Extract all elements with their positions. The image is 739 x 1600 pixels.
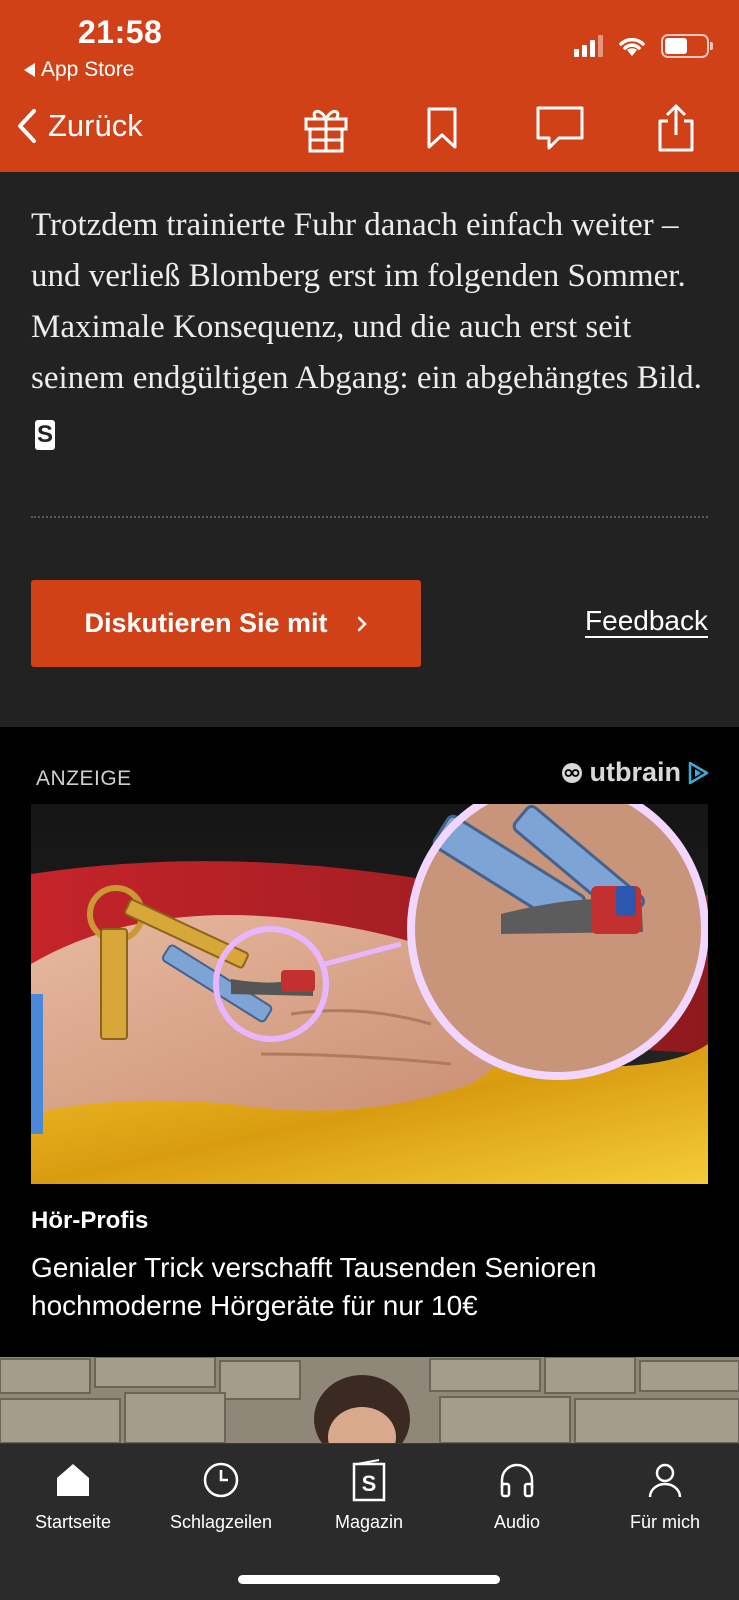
tab-label: Schlagzeilen	[169, 1512, 273, 1532]
gift-icon	[304, 110, 348, 153]
back-triangle-icon	[24, 63, 35, 77]
app-header: 21:58 App Store Zurück	[0, 0, 739, 172]
outbrain-glyph-icon	[561, 762, 582, 783]
article-text: Trotzdem trainierte Fuhr danach einfach …	[31, 207, 702, 396]
outbrain-wordmark: utbrain	[589, 757, 682, 787]
stone-wall-portrait-photo	[0, 1357, 739, 1443]
chevron-right-icon	[357, 616, 367, 631]
back-to-app-store[interactable]: App Store	[24, 58, 134, 82]
comments-button[interactable]	[534, 102, 586, 154]
gift-button[interactable]	[300, 102, 352, 154]
back-label: Zurück	[48, 108, 143, 143]
tab-magazin[interactable]: S Magazin	[299, 1458, 439, 1533]
next-article-photo[interactable]	[0, 1357, 739, 1443]
dotted-divider	[31, 516, 708, 518]
comment-icon	[536, 106, 584, 150]
ad-source[interactable]: Hör-Profis	[31, 1207, 148, 1235]
home-indicator[interactable]	[238, 1575, 500, 1584]
back-button[interactable]: Zurück	[16, 108, 143, 144]
article-end-mark: S	[35, 420, 55, 450]
tab-fuer-mich[interactable]: Für mich	[595, 1458, 735, 1533]
ad-image[interactable]	[31, 804, 708, 1184]
discuss-button[interactable]: Diskutieren Sie mit	[31, 580, 421, 667]
sponsored-ad[interactable]: ANZEIGE utbrain Hör-Profis Genialer Tric…	[0, 727, 739, 1357]
home-icon	[51, 1458, 95, 1502]
svg-text:S: S	[362, 1471, 377, 1496]
status-icons	[574, 34, 713, 58]
tab-startseite[interactable]: Startseite	[3, 1458, 143, 1533]
outbrain-logo[interactable]: utbrain	[560, 757, 710, 788]
tab-label: Startseite	[34, 1512, 112, 1532]
share-icon	[658, 104, 694, 152]
chevron-left-icon	[18, 109, 36, 143]
magazine-icon: S	[347, 1458, 391, 1502]
discuss-label: Diskutieren Sie mit	[84, 608, 328, 638]
bookmark-icon	[427, 107, 457, 149]
battery-icon	[661, 34, 713, 58]
tab-label: Audio	[493, 1512, 541, 1532]
bookmark-button[interactable]	[416, 102, 468, 154]
feedback-link[interactable]: Feedback	[585, 605, 708, 637]
tab-audio[interactable]: Audio	[447, 1458, 587, 1533]
back-app-label: App Store	[41, 58, 135, 81]
hearing-aid-keys-photo	[31, 804, 708, 1184]
share-button[interactable]	[650, 102, 702, 154]
wifi-icon	[619, 37, 645, 56]
signal-icon	[574, 35, 603, 57]
article-paragraph: Trotzdem trainierte Fuhr danach einfach …	[31, 200, 711, 455]
status-time: 21:58	[78, 14, 163, 50]
tab-label: Magazin	[334, 1512, 404, 1532]
tab-label: Für mich	[629, 1512, 700, 1532]
ad-label: ANZEIGE	[36, 767, 132, 790]
person-icon	[643, 1458, 687, 1502]
headphones-icon	[495, 1458, 539, 1502]
ad-title[interactable]: Genialer Trick verschafft Tausenden Seni…	[31, 1249, 711, 1325]
tab-schlagzeilen[interactable]: Schlagzeilen	[151, 1458, 291, 1533]
clock-icon	[199, 1458, 243, 1502]
adchoices-icon	[688, 761, 709, 784]
